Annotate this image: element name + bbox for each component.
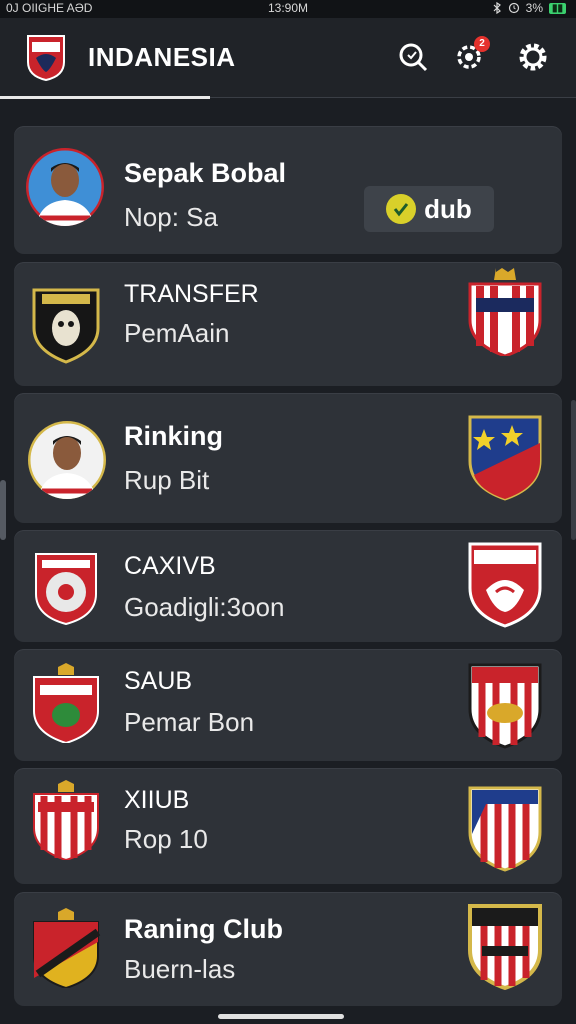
crest-red-eagle xyxy=(468,542,542,628)
notification-button[interactable]: 2 xyxy=(452,36,490,74)
active-tab-indicator xyxy=(0,96,210,99)
crest-red-white-shield xyxy=(468,268,542,356)
crest-red-circle xyxy=(35,553,97,626)
card-subtitle: Rop 10 xyxy=(124,824,208,854)
battery-icon: ▮▮ xyxy=(548,2,566,14)
search-icon[interactable] xyxy=(396,40,430,74)
app-header: INDANESIA 2 xyxy=(0,18,576,98)
crest-black-badge xyxy=(32,288,100,364)
bluetooth-icon xyxy=(493,2,501,14)
card-title: CAXIVB xyxy=(124,552,216,580)
card-title: Rinking xyxy=(124,421,223,451)
player-avatar xyxy=(26,148,104,226)
list-item-caxivb[interactable]: CAXIVB Goadigli:3oon xyxy=(14,530,562,642)
card-subtitle: Nop: Sa xyxy=(124,202,218,232)
battery-percent: 3% xyxy=(525,1,543,15)
card-subtitle: Buern-las xyxy=(124,954,236,984)
crest-gold-striped-shield xyxy=(468,904,542,990)
list-item-xiiub[interactable]: XIIUB Rop 10 xyxy=(14,768,562,884)
list-item-rinking[interactable]: Rinking Rup Bit xyxy=(14,393,562,523)
list-item-sepak-bobal[interactable]: Sepak Bobal Nop: Sa dub xyxy=(14,126,562,254)
carrier-label: 0J OIIGHE AƏD xyxy=(6,1,93,15)
card-title: TRANSFER xyxy=(124,280,259,308)
crest-blue-striped-shield xyxy=(468,786,542,872)
alarm-icon xyxy=(508,2,519,14)
crest-red-striped-shield xyxy=(468,663,542,749)
crest-blue-red-shield xyxy=(468,415,542,501)
club-crest-icon[interactable] xyxy=(24,32,68,82)
home-indicator[interactable] xyxy=(218,1014,344,1019)
crest-red-green-shield xyxy=(33,663,99,743)
list-item-saub[interactable]: SAUB Pemar Bon xyxy=(14,649,562,761)
card-subtitle: Pemar Bon xyxy=(124,707,255,737)
card-subtitle: Goadigli:3oon xyxy=(124,592,285,622)
card-title: Sepak Bobal xyxy=(124,158,287,188)
list-item-transfer[interactable]: TRANSFER PemAain xyxy=(14,262,562,386)
notification-badge: 2 xyxy=(474,36,490,52)
dub-button-label: dub xyxy=(424,193,472,224)
page-title: INDANESIA xyxy=(88,42,236,72)
status-icons: 3% ▮▮ xyxy=(492,1,566,15)
header-divider xyxy=(210,97,576,98)
crest-red-striped-crown xyxy=(33,780,99,860)
card-subtitle: PemAain xyxy=(124,318,230,348)
scrollbar[interactable] xyxy=(571,400,576,540)
dub-button[interactable]: dub xyxy=(364,186,494,232)
settings-gear-icon[interactable] xyxy=(516,40,550,74)
list-item-raning-club[interactable]: Raning Club Buern-las xyxy=(14,892,562,1006)
card-title: XIIUB xyxy=(124,786,190,814)
status-bar: 0J OIIGHE AƏD 13:90M 3% ▮▮ xyxy=(0,0,576,18)
card-subtitle: Rup Bit xyxy=(124,465,210,495)
clock: 13:90M xyxy=(268,1,309,15)
card-title: SAUB xyxy=(124,667,193,695)
scroll-edge-left[interactable] xyxy=(0,480,6,540)
card-title: Raning Club xyxy=(124,914,283,944)
check-icon xyxy=(386,194,417,224)
crest-red-yellow-shield xyxy=(33,908,101,988)
player-avatar xyxy=(28,421,106,499)
